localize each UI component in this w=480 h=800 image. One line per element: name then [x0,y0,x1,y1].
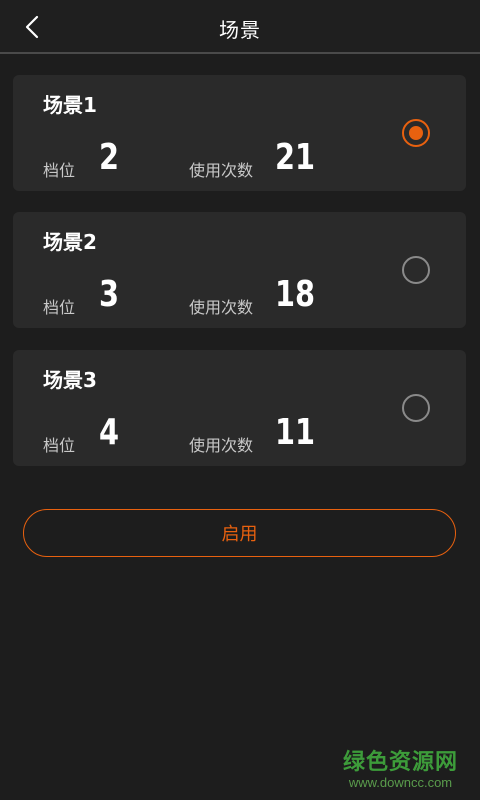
usage-count-value: 11 [275,412,316,453]
radio-unselected-icon[interactable] [402,256,430,284]
usage-count-label: 使用次数 [189,436,254,455]
usage-count-label: 使用次数 [189,161,254,180]
enable-button[interactable]: 启用 [23,509,456,557]
scene-name: 场景1 [43,93,97,117]
watermark: 绿色资源网 www.downcc.com [343,750,458,790]
gear-label: 档位 [43,161,76,180]
scene-card-3[interactable]: 场景3 档位 4 使用次数 11 [13,350,466,466]
scene-card-1[interactable]: 场景1 档位 2 使用次数 21 [13,75,466,191]
gear-value: 2 [99,137,120,178]
gear-label: 档位 [43,298,76,317]
top-bar: 场景 [0,0,480,54]
scene-card-2[interactable]: 场景2 档位 3 使用次数 18 [13,212,466,328]
page-title: 场景 [219,18,261,42]
scene-name: 场景2 [43,230,97,254]
gear-value: 4 [99,412,120,453]
watermark-title: 绿色资源网 [342,750,458,775]
watermark-url: www.downcc.com [348,775,453,790]
usage-count-label: 使用次数 [189,298,254,317]
scene-screen: 场景 场景1 档位 2 使用次数 21 场景2 档位 3 使用次数 18 场景3… [0,0,480,800]
scene-name: 场景3 [43,368,97,392]
gear-value: 3 [99,274,120,315]
gear-label: 档位 [43,436,76,455]
radio-selected-icon[interactable] [402,119,430,147]
usage-count-value: 18 [275,274,316,315]
radio-dot [409,126,423,140]
usage-count-value: 21 [275,137,316,178]
radio-unselected-icon[interactable] [402,394,430,422]
